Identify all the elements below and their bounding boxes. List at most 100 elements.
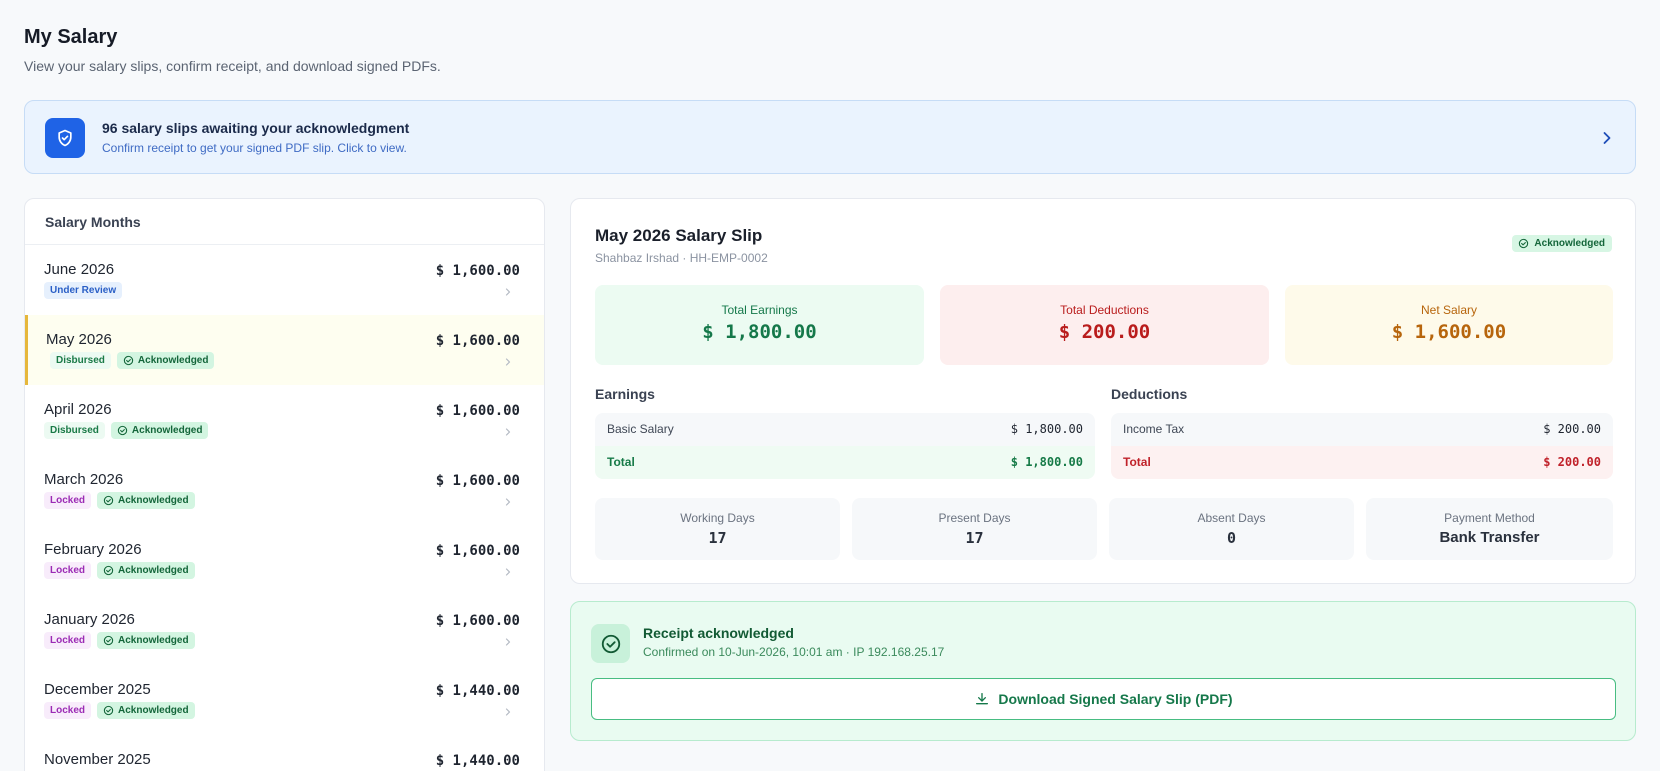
check-circle-icon — [117, 425, 128, 436]
salary-month-row[interactable]: February 2026 Locked Acknowledged $ 1,600.0… — [25, 525, 544, 595]
table-row: Total $ 200.00 — [1111, 446, 1613, 479]
acknowledgment-banner[interactable]: 96 salary slips awaiting your acknowledg… — [24, 100, 1636, 174]
status-badge: Locked — [44, 562, 92, 579]
total-deductions-card: Total Deductions $ 200.00 — [940, 285, 1269, 365]
chevron-right-icon — [502, 495, 514, 507]
total-earnings-value: $ 1,800.00 — [702, 321, 817, 343]
month-amount: $ 1,440.00 — [435, 753, 520, 769]
check-circle-icon — [103, 565, 114, 576]
month-amount: $ 1,600.00 — [435, 403, 520, 419]
month-badges: Disbursed Acknowledged — [44, 422, 209, 439]
total-earnings-label: Total Earnings — [721, 303, 798, 317]
absent-days-value: 0 — [1226, 529, 1237, 547]
net-salary-value: $ 1,600.00 — [1391, 321, 1507, 343]
check-circle-icon — [123, 355, 134, 366]
working-days-card: Working Days 17 — [595, 498, 840, 560]
chevron-right-icon — [502, 635, 514, 647]
banner-title: 96 salary slips awaiting your acknowledg… — [102, 120, 410, 136]
salary-month-row[interactable]: November 2025DisbursedAcknowledged$ 1,44… — [25, 735, 544, 771]
acknowledged-badge: Acknowledged — [110, 422, 209, 439]
total-deductions-label: Total Deductions — [1060, 303, 1149, 317]
chevron-right-icon — [502, 565, 514, 577]
earnings-heading: Earnings — [595, 386, 655, 402]
acknowledged-badge: Acknowledged — [97, 562, 195, 579]
acknowledged-badge: Acknowledged — [97, 492, 195, 509]
deductions-heading: Deductions — [1111, 386, 1188, 402]
status-badge: Disbursed — [44, 422, 105, 439]
receipt-title: Receipt acknowledged — [643, 625, 794, 641]
chevron-right-icon[interactable] — [1597, 128, 1617, 148]
slip-employee: Shahbaz Irshad · HH-EMP-0002 — [595, 251, 768, 265]
acknowledged-badge: Acknowledged — [97, 632, 195, 649]
banner-subtitle: Confirm receipt to get your signed PDF s… — [102, 141, 407, 155]
status-badge: Disbursed — [50, 352, 111, 369]
receipt-subtitle: Confirmed on 10-Jun-2026, 10:01 am · IP … — [643, 645, 945, 659]
acknowledged-label: Acknowledged — [118, 565, 189, 576]
month-name: December 2025 — [44, 681, 151, 698]
deductions-total-value: $ 200.00 — [1543, 455, 1601, 469]
status-badge: Locked — [44, 632, 92, 649]
deductions-item-value: $ 200.00 — [1543, 422, 1601, 436]
month-amount: $ 1,600.00 — [435, 333, 520, 349]
earnings-item-label: Basic Salary — [607, 422, 674, 436]
salary-month-row[interactable]: June 2026 Under Review $ 1,600.00 — [25, 245, 544, 315]
salary-month-row[interactable]: January 2026 Locked Acknowledged $ 1,600.00 — [25, 595, 544, 665]
salary-month-row[interactable]: March 2026 Locked Acknowledged $ 1,600.00 — [25, 455, 544, 525]
month-badges: Locked Acknowledged — [44, 632, 195, 649]
working-days-label: Working Days — [680, 511, 755, 525]
deductions-total-label: Total — [1123, 455, 1151, 469]
check-circle-icon — [1519, 238, 1529, 249]
salary-months-panel: Salary Months June 2026 Under Review $ 1,6… — [24, 198, 545, 771]
month-badges: Locked Acknowledged — [44, 702, 195, 719]
payment-method-card: Payment Method Bank Transfer — [1366, 498, 1613, 560]
download-icon — [976, 693, 989, 705]
deductions-item-label: Income Tax — [1123, 422, 1185, 436]
status-badge: Locked — [44, 702, 92, 719]
present-days-label: Present Days — [938, 511, 1011, 525]
receipt-card: Receipt acknowledged Confirmed on 10-Jun… — [570, 601, 1636, 741]
status-badge: Acknowledged — [1512, 235, 1612, 252]
page-title: My Salary — [24, 26, 118, 48]
download-pdf-button[interactable]: Download Signed Salary Slip (PDF) — [591, 678, 1616, 720]
month-name: May 2026 — [46, 331, 112, 348]
month-name: April 2026 — [44, 401, 112, 418]
payment-method-label: Payment Method — [1444, 511, 1535, 525]
status-badge: Locked — [44, 492, 92, 509]
salary-months-list: June 2026 Under Review $ 1,600.00 May 2026 D… — [25, 245, 544, 771]
net-salary-label: Net Salary — [1420, 303, 1478, 317]
month-name: June 2026 — [44, 261, 115, 278]
month-name: March 2026 — [44, 471, 124, 488]
earnings-item-value: $ 1,800.00 — [1010, 422, 1083, 436]
month-amount: $ 1,440.00 — [435, 683, 520, 699]
payment-method-value: Bank Transfer — [1439, 529, 1540, 546]
month-badges: Locked Acknowledged — [44, 492, 195, 509]
absent-days-card: Absent Days 0 — [1109, 498, 1354, 560]
net-salary-card: Net Salary $ 1,600.00 — [1285, 285, 1613, 365]
acknowledged-label: Acknowledged — [131, 425, 203, 436]
month-amount: $ 1,600.00 — [435, 543, 520, 559]
salary-month-row[interactable]: April 2026 Disbursed Acknowledged $ 1,600.0… — [25, 385, 544, 455]
month-amount: $ 1,600.00 — [435, 613, 520, 629]
absent-days-label: Absent Days — [1197, 511, 1266, 525]
salary-month-row[interactable]: December 2025 Locked Acknowledged $ 1,440.0… — [25, 665, 544, 735]
earnings-total-label: Total — [607, 455, 635, 469]
check-circle-icon — [103, 705, 114, 716]
shield-check-icon — [45, 118, 85, 158]
earnings-total-value: $ 1,800.00 — [1010, 455, 1083, 469]
check-circle-icon — [103, 635, 114, 646]
working-days-value: 17 — [708, 529, 727, 547]
month-badges: Locked Acknowledged — [44, 562, 195, 579]
month-amount: $ 1,600.00 — [435, 263, 520, 279]
present-days-value: 17 — [965, 529, 984, 547]
check-circle-icon — [591, 624, 630, 663]
deductions-table: Income Tax $ 200.00 Total $ 200.00 — [1111, 413, 1613, 479]
salary-slip-card: May 2026 Salary Slip Shahbaz Irshad · HH… — [570, 198, 1636, 584]
chevron-right-icon — [502, 285, 514, 297]
salary-month-row[interactable]: May 2026 Disbursed Acknowledged $ 1,600.00 — [25, 315, 544, 385]
chevron-right-icon — [502, 355, 514, 367]
month-badges: Disbursed Acknowledged — [50, 352, 215, 369]
acknowledged-label: Acknowledged — [118, 635, 189, 646]
table-row: Income Tax $ 200.00 — [1111, 413, 1613, 446]
chevron-right-icon — [502, 425, 514, 437]
table-row: Basic Salary $ 1,800.00 — [595, 413, 1095, 446]
